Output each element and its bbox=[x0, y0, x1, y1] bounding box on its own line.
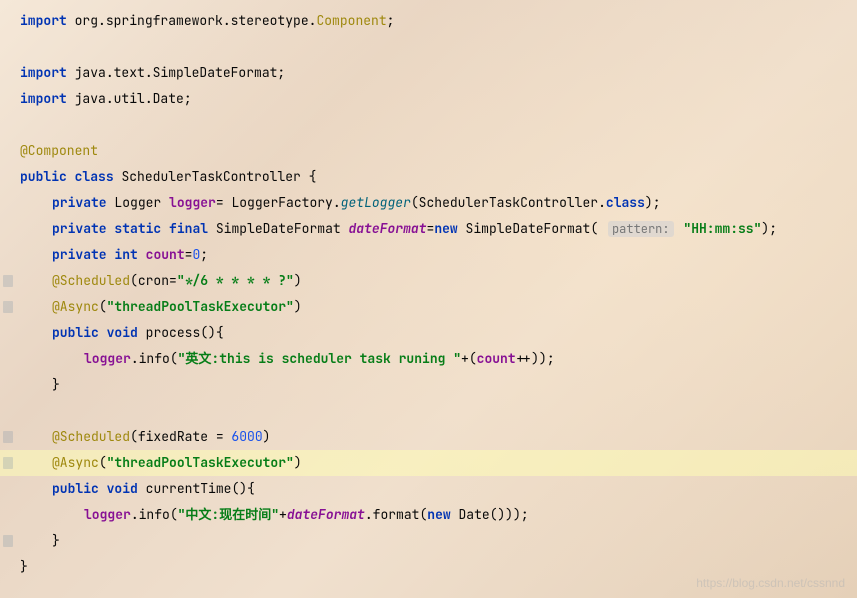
code-line[interactable]: logger.info("英文:this is scheduler task r… bbox=[0, 346, 857, 372]
code-line[interactable]: logger.info("中文:现在时间"+dateFormat.format(… bbox=[0, 502, 857, 528]
code-line[interactable]: private static final SimpleDateFormat da… bbox=[0, 216, 857, 242]
code-line[interactable]: @Async("threadPoolTaskExecutor") bbox=[0, 294, 857, 320]
keyword: int bbox=[114, 246, 137, 263]
keyword: new bbox=[427, 506, 450, 523]
field: logger bbox=[84, 350, 131, 367]
keyword: public bbox=[20, 168, 67, 185]
gutter-icon[interactable] bbox=[3, 431, 13, 443]
code-line[interactable]: @Component bbox=[0, 138, 857, 164]
keyword: import bbox=[20, 64, 67, 81]
brace: } bbox=[52, 532, 60, 549]
number: 6000 bbox=[231, 428, 262, 445]
annotation: @Component bbox=[20, 142, 98, 159]
blank-line[interactable] bbox=[0, 398, 857, 424]
code-line[interactable]: public void process(){ bbox=[0, 320, 857, 346]
annotation: @Scheduled bbox=[52, 272, 130, 289]
field: logger bbox=[84, 506, 131, 523]
keyword: void bbox=[107, 324, 138, 341]
annotation: @Async bbox=[52, 454, 99, 471]
package: org.springframework.stereotype. bbox=[75, 12, 317, 29]
keyword: static bbox=[114, 220, 161, 237]
keyword: import bbox=[20, 90, 67, 107]
class-name: SchedulerTaskController bbox=[121, 168, 300, 185]
code-editor[interactable]: import org.springframework.stereotype.Co… bbox=[0, 0, 857, 588]
gutter-icon[interactable] bbox=[3, 535, 13, 547]
string: "HH:mm:ss" bbox=[683, 220, 761, 237]
keyword: new bbox=[434, 220, 457, 237]
keyword: void bbox=[107, 480, 138, 497]
string: "threadPoolTaskExecutor" bbox=[107, 298, 294, 315]
method-name: currentTime bbox=[146, 480, 232, 497]
brace: } bbox=[20, 558, 28, 575]
parameter-hint: pattern: bbox=[608, 221, 674, 237]
package: java.util.Date; bbox=[75, 90, 192, 107]
blank-line[interactable] bbox=[0, 112, 857, 138]
field: logger bbox=[169, 194, 216, 211]
field: dateFormat bbox=[287, 506, 365, 523]
gutter-icon[interactable] bbox=[3, 275, 13, 287]
code-line[interactable]: } bbox=[0, 372, 857, 398]
code-line[interactable]: public class SchedulerTaskController { bbox=[0, 164, 857, 190]
keyword: class bbox=[606, 194, 645, 211]
code-line[interactable]: } bbox=[0, 528, 857, 554]
type: SimpleDateFormat bbox=[216, 220, 341, 237]
code-line[interactable]: private int count=0; bbox=[0, 242, 857, 268]
package: java.text.SimpleDateFormat; bbox=[75, 64, 286, 81]
type: Logger bbox=[114, 194, 161, 211]
keyword: private bbox=[52, 220, 107, 237]
keyword: private bbox=[52, 246, 107, 263]
code-line[interactable]: public void currentTime(){ bbox=[0, 476, 857, 502]
field: count bbox=[477, 350, 516, 367]
watermark: https://blog.csdn.net/cssnnd bbox=[696, 576, 845, 590]
method-name: process bbox=[146, 324, 201, 341]
code-line[interactable]: import org.springframework.stereotype.Co… bbox=[0, 8, 857, 34]
annotation: @Async bbox=[52, 298, 99, 315]
keyword: import bbox=[20, 12, 67, 29]
brace: } bbox=[52, 376, 60, 393]
string: "英文:this is scheduler task runing " bbox=[178, 350, 461, 367]
field: dateFormat bbox=[349, 220, 427, 237]
keyword: public bbox=[52, 324, 99, 341]
class-ref: Component bbox=[316, 12, 386, 29]
code-line[interactable]: import java.util.Date; bbox=[0, 86, 857, 112]
code-line[interactable]: @Scheduled(fixedRate = 6000) bbox=[0, 424, 857, 450]
annotation: @Scheduled bbox=[52, 428, 130, 445]
blank-line[interactable] bbox=[0, 34, 857, 60]
code-line[interactable]: import java.text.SimpleDateFormat; bbox=[0, 60, 857, 86]
gutter-icon[interactable] bbox=[3, 301, 13, 313]
keyword: class bbox=[75, 168, 114, 185]
keyword: private bbox=[52, 194, 107, 211]
method: getLogger bbox=[341, 194, 411, 211]
gutter-icon[interactable] bbox=[3, 457, 13, 469]
string: "threadPoolTaskExecutor" bbox=[107, 454, 294, 471]
keyword: public bbox=[52, 480, 99, 497]
code-line[interactable]: @Scheduled(cron="*/6 * * * * ?") bbox=[0, 268, 857, 294]
code-line-highlighted[interactable]: @Async("threadPoolTaskExecutor") bbox=[0, 450, 857, 476]
string: "中文:现在时间" bbox=[178, 506, 279, 523]
keyword: final bbox=[169, 220, 208, 237]
string: "*/6 * * * * ?" bbox=[177, 272, 294, 289]
field: count bbox=[146, 246, 185, 263]
code-line[interactable]: private Logger logger= LoggerFactory.get… bbox=[0, 190, 857, 216]
